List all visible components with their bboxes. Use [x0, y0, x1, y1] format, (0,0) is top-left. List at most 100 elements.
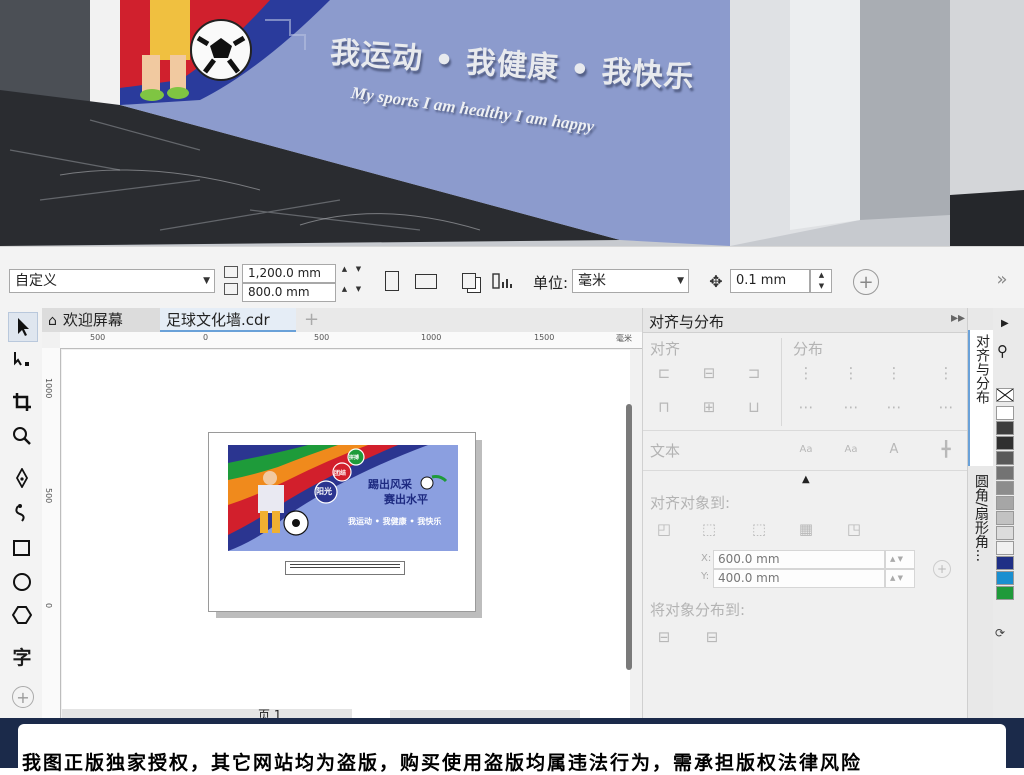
customize-toolbox-icon[interactable]: +	[12, 686, 34, 708]
more-options-icon[interactable]: »	[990, 267, 1014, 291]
collapse-docker-icon[interactable]: ▸▸	[951, 310, 965, 326]
pick-tool-icon[interactable]	[8, 312, 38, 342]
y-spinner[interactable]: ▲ ▼	[885, 569, 915, 588]
color-swatch[interactable]	[996, 466, 1014, 480]
vertical-ruler[interactable]: 1000 500 0	[42, 348, 61, 718]
width-spin-up-icon[interactable]: ▲	[338, 265, 351, 274]
add-preset-icon[interactable]: +	[853, 269, 879, 295]
artwork-banner[interactable]: 阳光 团结 拼搏 踢出风采 赛出水平 我运动 • 我健康 • 我快乐	[228, 445, 458, 551]
distribute-middle-icon[interactable]: ⋯	[840, 396, 862, 418]
pick-point-icon[interactable]: +	[933, 560, 951, 578]
palette-scroll-up-icon[interactable]: ▶	[1001, 318, 1009, 329]
color-swatch[interactable]	[996, 541, 1014, 555]
page-height-icon	[224, 283, 238, 295]
color-swatch[interactable]	[996, 571, 1014, 585]
distribute-right-icon[interactable]: ⋮	[935, 362, 957, 384]
color-swatch[interactable]	[996, 556, 1014, 570]
text-tool-icon[interactable]: 字	[8, 642, 36, 670]
text-align-first-baseline-icon[interactable]: Aa	[795, 438, 817, 460]
height-spin-down-icon[interactable]: ▼	[352, 285, 365, 294]
tab-document[interactable]: 足球文化墙.cdr	[160, 308, 296, 332]
zoom-tool-icon[interactable]	[8, 422, 36, 450]
current-page-icon[interactable]	[490, 269, 514, 293]
align-to-label: 对齐对象到:	[650, 494, 731, 512]
distribute-page-icon[interactable]: ⊟	[701, 626, 723, 648]
page-preset-select[interactable]: 自定义 ▼	[9, 269, 215, 293]
height-spin-up-icon[interactable]: ▲	[338, 285, 351, 294]
color-swatch[interactable]	[996, 586, 1014, 600]
units-label: 单位:	[533, 274, 569, 292]
align-bottom-icon[interactable]: ⊔	[743, 396, 765, 418]
no-fill-swatch[interactable]	[996, 388, 1014, 402]
color-swatch[interactable]	[996, 421, 1014, 435]
align-center-h-icon[interactable]: ⊟	[698, 362, 720, 384]
vtab-align-distribute-label: 对齐与分布	[974, 334, 990, 404]
text-bbox-icon[interactable]: A	[883, 438, 905, 460]
rectangle-tool-icon[interactable]	[8, 534, 36, 562]
distribute-selection-icon[interactable]: ⊟	[653, 626, 675, 648]
artwork-bubble: 团结	[334, 470, 347, 477]
color-swatch[interactable]	[996, 511, 1014, 525]
page-center-icon[interactable]: ⬚	[748, 518, 770, 540]
nudge-distance-field[interactable]: 0.1 mm	[730, 269, 810, 293]
distribute-bottom-icon[interactable]: ⋯	[935, 396, 957, 418]
vtab-fillet-scallop[interactable]: 圆角/扇形角...	[968, 470, 994, 600]
ruler-tick: 0	[44, 603, 53, 609]
distribute-left-icon[interactable]: ⋮	[795, 362, 817, 384]
x-spinner[interactable]: ▲ ▼	[885, 550, 915, 569]
ruler-tick: 1000	[44, 378, 53, 399]
color-swatch[interactable]	[996, 436, 1014, 450]
align-right-icon[interactable]: ⊐	[743, 362, 765, 384]
align-top-icon[interactable]: ⊓	[653, 396, 675, 418]
active-objects-icon[interactable]: ◰	[653, 518, 675, 540]
crop-tool-icon[interactable]	[8, 388, 36, 416]
distribute-center-icon[interactable]: ⋮	[840, 362, 862, 384]
horizontal-scrollbar[interactable]	[390, 710, 580, 718]
page-preset-value: 自定义	[15, 273, 57, 289]
ellipse-tool-icon[interactable]	[8, 568, 36, 596]
pen-tool-icon[interactable]	[8, 464, 36, 492]
nudge-spinner[interactable]: ▲ ▼	[810, 269, 832, 293]
expand-arrow-icon[interactable]: ▲	[802, 474, 810, 485]
color-swatch[interactable]	[996, 526, 1014, 540]
palette-option-icon[interactable]: ⟳	[995, 626, 1005, 640]
x-coordinate-field[interactable]: 600.0 mm	[713, 550, 885, 569]
vtab-align-distribute[interactable]: 对齐与分布	[968, 330, 994, 466]
y-coordinate-field[interactable]: 400.0 mm	[713, 569, 885, 588]
polygon-tool-icon[interactable]	[8, 601, 36, 629]
text-outline-icon[interactable]: ╋	[935, 438, 957, 460]
nudge-up-icon[interactable]: ▲	[815, 271, 828, 280]
portrait-icon[interactable]	[380, 269, 404, 293]
eyedropper-icon[interactable]: ⚲	[997, 342, 1008, 360]
page-height-field[interactable]: 800.0 mm	[242, 283, 336, 302]
page-edge-icon[interactable]: ⬚	[698, 518, 720, 540]
distribute-spacing-icon[interactable]: ⋮	[883, 362, 905, 384]
distribute-vspacing-icon[interactable]: ⋯	[883, 396, 905, 418]
shape-tool-icon[interactable]	[8, 346, 36, 374]
units-select[interactable]: 毫米 ▼	[572, 269, 689, 293]
landscape-icon[interactable]	[414, 269, 438, 293]
vertical-scrollbar[interactable]	[626, 404, 632, 670]
grid-icon[interactable]: ▦	[795, 518, 817, 540]
selected-object[interactable]	[285, 561, 405, 575]
color-swatch[interactable]	[996, 451, 1014, 465]
horizontal-ruler[interactable]: 500 0 500 1000 1500 毫米	[60, 332, 642, 349]
align-center-v-icon[interactable]: ⊞	[698, 396, 720, 418]
text-align-last-baseline-icon[interactable]: Aa	[840, 438, 862, 460]
page-width-field[interactable]: 1,200.0 mm	[242, 264, 336, 283]
page-navigator[interactable]	[62, 709, 352, 718]
color-swatch[interactable]	[996, 406, 1014, 420]
color-swatch[interactable]	[996, 481, 1014, 495]
distribute-top-icon[interactable]: ⋯	[795, 396, 817, 418]
width-spin-down-icon[interactable]: ▼	[352, 265, 365, 274]
drawing-canvas[interactable]: 500 0 500 1000 1500 毫米 1000 500 0 阳光 团结 …	[42, 332, 642, 722]
units-value: 毫米	[578, 273, 606, 289]
align-left-icon[interactable]: ⊏	[653, 362, 675, 384]
artistic-media-icon[interactable]	[8, 498, 36, 526]
all-pages-icon[interactable]	[457, 269, 481, 293]
new-tab-button[interactable]: +	[298, 308, 320, 332]
specified-point-icon[interactable]: ◳	[843, 518, 865, 540]
color-swatch[interactable]	[996, 496, 1014, 510]
nudge-down-icon[interactable]: ▼	[815, 282, 828, 291]
tab-welcome-screen[interactable]: ⌂ 欢迎屏幕	[42, 308, 160, 332]
